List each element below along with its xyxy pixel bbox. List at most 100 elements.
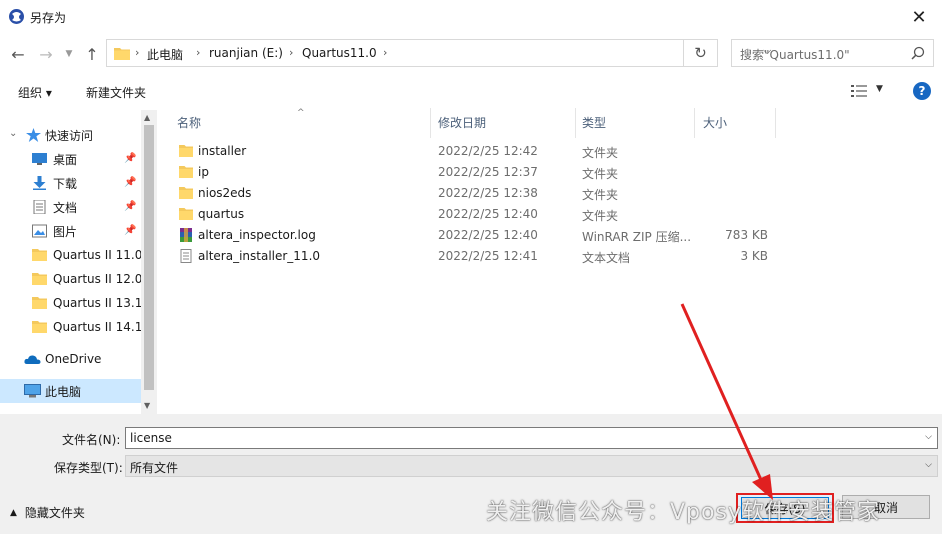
column-header-name[interactable]: 名称 — [177, 114, 201, 131]
sidebar-scrollbar[interactable]: ▲ ▼ — [141, 110, 157, 414]
sidebar-item-desktop[interactable]: 桌面 📌 — [0, 147, 141, 171]
breadcrumb-separator[interactable]: › — [289, 46, 293, 59]
arrow-left-icon: ← — [11, 44, 25, 64]
breadcrumb-folder[interactable]: Quartus11.0 — [302, 46, 377, 60]
sidebar-item-quick-access[interactable]: ⌄ 快速访问 — [0, 123, 141, 147]
watermark-text: 关注微信公众号：Vposy软件安装管家 — [486, 500, 880, 525]
file-name: quartus — [198, 207, 245, 221]
sidebar-item-quartus-13[interactable]: Quartus II 13.1 — [0, 291, 143, 315]
hide-folders-label: 隐藏文件夹 — [24, 506, 85, 520]
file-size: 3 KB — [740, 249, 768, 263]
folder-icon — [32, 297, 47, 309]
scroll-down-icon[interactable]: ▼ — [144, 401, 150, 410]
breadcrumb-separator[interactable]: › — [383, 46, 387, 59]
file-date: 2022/2/25 12:37 — [438, 165, 538, 179]
column-divider[interactable] — [775, 108, 776, 138]
close-button[interactable]: ✕ — [896, 0, 942, 34]
column-header-date[interactable]: 修改日期 — [438, 114, 486, 131]
breadcrumb-separator[interactable]: › — [196, 46, 200, 59]
breadcrumb-drive[interactable]: ruanjian (E:) — [209, 46, 283, 60]
sidebar-item-label: 下载 — [53, 176, 78, 191]
file-row[interactable]: nios2eds 2022/2/25 12:38 文件夹 — [157, 183, 942, 204]
refresh-button[interactable]: ↻ — [684, 39, 718, 67]
scrollbar-thumb[interactable] — [144, 125, 154, 390]
column-divider[interactable] — [430, 108, 431, 138]
chevron-down-icon[interactable]: ⌵ — [925, 460, 932, 470]
arrow-right-icon: → — [39, 44, 53, 64]
file-name: altera_inspector.log — [198, 228, 316, 242]
file-type: 文件夹 — [582, 188, 619, 202]
folder-icon — [32, 249, 47, 261]
file-row[interactable]: altera_inspector.log 2022/2/25 12:40 Win… — [157, 225, 942, 246]
file-list: ^ 名称 修改日期 类型 大小 installer 2022/2/25 12:4… — [157, 108, 942, 414]
cloud-icon — [24, 355, 41, 364]
download-icon — [33, 176, 46, 190]
sidebar-item-label: Quartus II 13.1 — [53, 296, 143, 310]
file-date: 2022/2/25 12:40 — [438, 207, 538, 221]
sidebar-item-label: OneDrive — [45, 352, 102, 366]
help-icon[interactable]: ? — [913, 82, 931, 100]
filetype-label: 保存类型(T): — [54, 461, 123, 475]
title-bar: 另存为 ✕ — [0, 0, 942, 34]
folder-icon — [179, 166, 193, 178]
organize-menu[interactable]: 组织 ▾ — [18, 84, 52, 101]
file-date: 2022/2/25 12:41 — [438, 249, 538, 263]
filetype-select[interactable]: 所有文件 ⌵ — [125, 455, 938, 477]
column-divider[interactable] — [575, 108, 576, 138]
sidebar-item-pictures[interactable]: 图片 📌 — [0, 219, 141, 243]
filename-field[interactable]: license ⌵ — [125, 427, 938, 449]
chevron-down-icon: ▼ — [65, 49, 73, 59]
breadcrumb-this-pc[interactable]: 此电脑 — [147, 46, 183, 63]
hide-folders-toggle[interactable]: ▲ 隐藏文件夹 — [10, 504, 85, 521]
folder-icon — [179, 145, 193, 157]
sidebar-item-label: 文档 — [53, 200, 78, 215]
filename-label: 文件名(N): — [62, 433, 121, 447]
search-input[interactable]: 搜索"Quartus11.0" — [731, 39, 934, 67]
sidebar-item-quartus-14[interactable]: Quartus II 14.1 — [0, 315, 142, 339]
file-date: 2022/2/25 12:40 — [438, 228, 538, 242]
command-toolbar: 组织 ▾ 新建文件夹 ▼ ? — [0, 74, 942, 108]
scroll-up-icon[interactable]: ▲ — [144, 113, 150, 122]
close-icon: ✕ — [911, 6, 927, 28]
refresh-icon: ↻ — [694, 44, 707, 62]
file-row[interactable]: installer 2022/2/25 12:42 文件夹 — [157, 141, 942, 162]
file-row[interactable]: quartus 2022/2/25 12:40 文件夹 — [157, 204, 942, 225]
view-dropdown-icon[interactable]: ▼ — [876, 84, 883, 94]
search-placeholder: 搜索"Quartus11.0" — [740, 48, 850, 62]
folder-icon — [32, 321, 47, 333]
file-row[interactable]: ip 2022/2/25 12:37 文件夹 — [157, 162, 942, 183]
sidebar-item-documents[interactable]: 文档 📌 — [0, 195, 141, 219]
file-type: 文件夹 — [582, 146, 619, 160]
pin-icon: 📌 — [124, 153, 137, 164]
new-folder-button[interactable]: 新建文件夹 — [86, 84, 146, 101]
forward-button[interactable]: → — [36, 43, 56, 65]
sidebar-item-downloads[interactable]: 下载 📌 — [0, 171, 141, 195]
file-name: installer — [198, 144, 247, 158]
pin-icon: 📌 — [124, 201, 137, 212]
navigation-bar: ← → ▼ ↑ › 此电脑 › ruanjian (E:) › Quartus1… — [0, 34, 942, 74]
sidebar-item-onedrive[interactable]: OneDrive — [0, 347, 141, 371]
back-button[interactable]: ← — [8, 43, 28, 65]
sidebar-item-label: 桌面 — [53, 152, 78, 167]
column-header-type[interactable]: 类型 — [582, 114, 606, 131]
column-header-size[interactable]: 大小 — [703, 114, 727, 131]
address-bar[interactable]: › 此电脑 › ruanjian (E:) › Quartus11.0 › ⌵ — [106, 39, 771, 67]
sidebar-item-quartus-12[interactable]: Quartus II 12.0 — [0, 267, 142, 291]
file-row[interactable]: altera_installer_11.0 2022/2/25 12:41 文本… — [157, 246, 942, 267]
sidebar-item-this-pc[interactable]: 此电脑 — [0, 379, 141, 403]
sidebar-item-label: Quartus II 11.0 — [53, 248, 143, 262]
folder-icon — [179, 187, 193, 199]
picture-icon — [32, 224, 47, 238]
chevron-down-icon[interactable]: ⌵ — [925, 432, 932, 442]
recent-locations-button[interactable]: ▼ — [62, 43, 76, 65]
breadcrumb-separator[interactable]: › — [135, 46, 139, 59]
sidebar-item-quartus-11[interactable]: Quartus II 11.0 — [0, 243, 143, 267]
column-divider[interactable] — [694, 108, 695, 138]
folder-icon — [114, 48, 130, 60]
view-options-icon[interactable] — [851, 84, 867, 98]
up-button[interactable]: ↑ — [82, 43, 102, 65]
file-type: 文件夹 — [582, 167, 619, 181]
file-type: 文件夹 — [582, 209, 619, 223]
document-icon — [33, 200, 46, 214]
file-size: 783 KB — [725, 228, 768, 242]
